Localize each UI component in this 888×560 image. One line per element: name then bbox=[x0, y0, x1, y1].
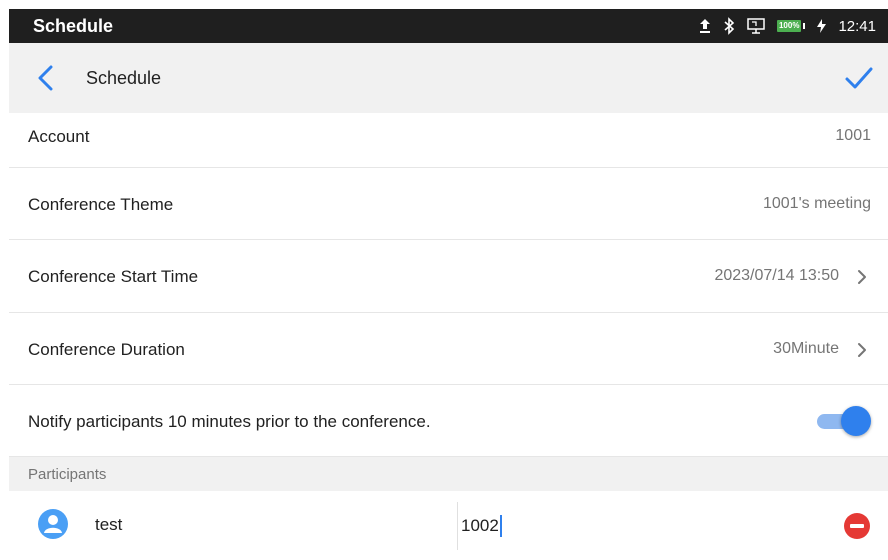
avatar bbox=[37, 508, 69, 540]
chevron-right-icon bbox=[858, 270, 866, 284]
checkmark-icon bbox=[845, 67, 873, 89]
remove-participant-button[interactable] bbox=[843, 512, 871, 540]
battery-icon: 100% bbox=[776, 20, 806, 32]
start-time-row[interactable]: Conference Start Time 2023/07/14 13:50 bbox=[9, 240, 888, 313]
battery-level: 100% bbox=[776, 20, 802, 32]
confirm-button[interactable] bbox=[844, 64, 874, 92]
participant-name[interactable]: test bbox=[95, 515, 122, 535]
conference-theme-label: Conference Theme bbox=[28, 195, 174, 214]
account-label: Account bbox=[28, 127, 90, 146]
app-title: Schedule bbox=[33, 16, 114, 36]
participants-section-label: Participants bbox=[28, 466, 107, 483]
back-button[interactable] bbox=[35, 65, 59, 91]
text-cursor bbox=[499, 515, 502, 537]
status-icons: 100% 12:41 bbox=[699, 15, 876, 37]
participant-number-input[interactable]: 1002 bbox=[461, 515, 502, 537]
chevron-right-icon bbox=[858, 343, 866, 357]
toggle-thumb bbox=[841, 406, 871, 436]
duration-label: Conference Duration bbox=[28, 340, 185, 359]
toolbar: Schedule bbox=[9, 43, 888, 113]
notify-toggle[interactable] bbox=[815, 406, 871, 436]
page-title: Schedule bbox=[86, 68, 162, 88]
charging-icon bbox=[817, 19, 827, 33]
participant-row: test 1002 bbox=[9, 491, 888, 560]
account-value: 1001 bbox=[835, 127, 871, 144]
conference-theme-row[interactable]: Conference Theme 1001's meeting bbox=[9, 168, 888, 240]
notify-row: Notify participants 10 minutes prior to … bbox=[9, 385, 888, 457]
status-bar: Schedule 100% 12:41 bbox=[9, 9, 888, 43]
start-time-label: Conference Start Time bbox=[28, 267, 199, 286]
clock: 12:41 bbox=[838, 17, 876, 35]
participant-number: 1002 bbox=[461, 516, 499, 535]
duration-row[interactable]: Conference Duration 30Minute bbox=[9, 313, 888, 385]
notify-label: Notify participants 10 minutes prior to … bbox=[28, 412, 431, 431]
bluetooth-icon bbox=[723, 17, 735, 35]
conference-theme-value[interactable]: 1001's meeting bbox=[763, 195, 871, 213]
account-row: Account 1001 bbox=[9, 113, 888, 168]
person-icon bbox=[38, 509, 68, 539]
upload-icon bbox=[699, 18, 711, 34]
app-frame: Schedule 100% 12:41 Schedule Account 100… bbox=[9, 9, 888, 560]
remove-icon bbox=[844, 513, 870, 539]
chevron-left-icon bbox=[38, 65, 53, 91]
participants-section-header: Participants bbox=[9, 457, 888, 491]
duration-value: 30Minute bbox=[773, 340, 839, 357]
start-time-value: 2023/07/14 13:50 bbox=[714, 267, 839, 284]
screen-share-icon bbox=[747, 18, 765, 34]
divider bbox=[457, 502, 458, 550]
